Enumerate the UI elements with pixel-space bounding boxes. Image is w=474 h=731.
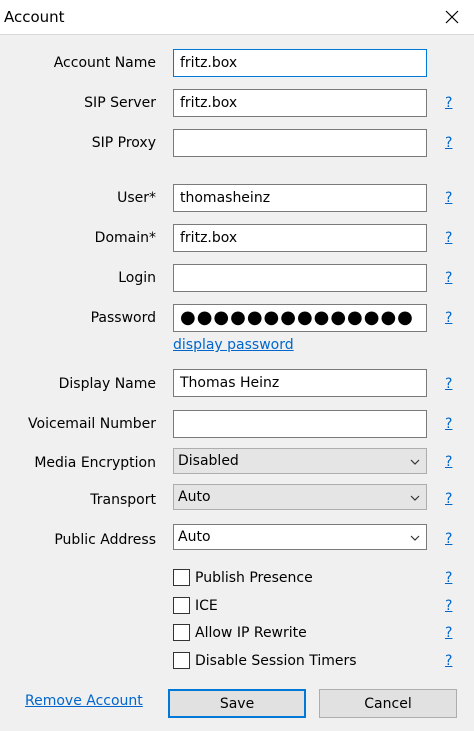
user-help-link[interactable]: ? bbox=[445, 190, 452, 206]
account-name-label: Account Name bbox=[53, 55, 156, 71]
chevron-down-icon bbox=[410, 535, 420, 541]
required-mark: * bbox=[149, 190, 156, 206]
disable-session-timers-checkbox[interactable] bbox=[173, 652, 190, 669]
chevron-down-icon bbox=[410, 495, 420, 501]
sip-server-input[interactable]: fritz.box bbox=[173, 89, 427, 117]
password-input[interactable]: ●●●●●●●●●●●●●● bbox=[173, 304, 427, 332]
transport-value: Auto bbox=[178, 489, 211, 505]
user-label-text: User bbox=[117, 190, 149, 206]
allow-ip-rewrite-label: Allow IP Rewrite bbox=[195, 625, 307, 641]
login-input[interactable] bbox=[173, 264, 427, 292]
disable-session-timers-help-link[interactable]: ? bbox=[445, 653, 452, 669]
window-title: Account bbox=[4, 8, 65, 26]
sip-proxy-label: SIP Proxy bbox=[91, 135, 156, 151]
public-address-help-link[interactable]: ? bbox=[445, 531, 452, 547]
voicemail-number-help-link[interactable]: ? bbox=[445, 416, 452, 432]
user-input[interactable]: thomasheinz bbox=[173, 184, 427, 212]
sip-proxy-help-link[interactable]: ? bbox=[445, 135, 452, 151]
transport-help-link[interactable]: ? bbox=[445, 491, 452, 507]
user-label: User* bbox=[117, 190, 156, 206]
media-encryption-value: Disabled bbox=[178, 453, 239, 469]
display-name-help-link[interactable]: ? bbox=[445, 376, 452, 392]
disable-session-timers-label: Disable Session Timers bbox=[195, 653, 357, 669]
password-label: Password bbox=[90, 310, 156, 326]
domain-label-text: Domain bbox=[94, 230, 149, 246]
login-label: Login bbox=[118, 270, 156, 286]
ice-help-link[interactable]: ? bbox=[445, 598, 452, 614]
publish-presence-help-link[interactable]: ? bbox=[445, 570, 452, 586]
voicemail-number-label: Voicemail Number bbox=[28, 416, 156, 432]
voicemail-number-input[interactable] bbox=[173, 410, 427, 438]
media-encryption-label: Media Encryption bbox=[34, 455, 156, 471]
account-name-input[interactable]: fritz.box bbox=[173, 49, 427, 77]
transport-label: Transport bbox=[90, 492, 156, 508]
allow-ip-rewrite-checkbox[interactable] bbox=[173, 624, 190, 641]
public-address-value: Auto bbox=[178, 529, 211, 545]
display-password-link[interactable]: display password bbox=[173, 337, 294, 353]
login-help-link[interactable]: ? bbox=[445, 270, 452, 286]
save-button[interactable]: Save bbox=[168, 689, 306, 718]
sip-server-help-link[interactable]: ? bbox=[445, 95, 452, 111]
domain-help-link[interactable]: ? bbox=[445, 230, 452, 246]
title-bar: Account bbox=[0, 0, 474, 35]
account-form: Account Name fritz.box SIP Server fritz.… bbox=[0, 35, 474, 731]
display-name-input[interactable]: Thomas Heinz bbox=[173, 369, 427, 397]
ice-label: ICE bbox=[195, 598, 218, 614]
required-mark: * bbox=[149, 230, 156, 246]
public-address-label: Public Address bbox=[54, 532, 156, 548]
remove-account-link[interactable]: Remove Account bbox=[25, 693, 143, 709]
cancel-button[interactable]: Cancel bbox=[319, 689, 457, 718]
sip-proxy-input[interactable] bbox=[173, 129, 427, 157]
domain-label: Domain* bbox=[95, 230, 156, 246]
publish-presence-label: Publish Presence bbox=[195, 570, 313, 586]
domain-input[interactable]: fritz.box bbox=[173, 224, 427, 252]
public-address-combobox[interactable]: Auto bbox=[173, 524, 427, 550]
transport-select[interactable]: Auto bbox=[173, 484, 427, 510]
password-help-link[interactable]: ? bbox=[445, 310, 452, 326]
media-encryption-help-link[interactable]: ? bbox=[445, 454, 452, 470]
publish-presence-checkbox[interactable] bbox=[173, 569, 190, 586]
close-icon[interactable] bbox=[440, 5, 464, 29]
ice-checkbox[interactable] bbox=[173, 597, 190, 614]
display-name-label: Display Name bbox=[58, 376, 156, 392]
media-encryption-select[interactable]: Disabled bbox=[173, 448, 427, 474]
allow-ip-rewrite-help-link[interactable]: ? bbox=[445, 625, 452, 641]
chevron-down-icon bbox=[410, 459, 420, 465]
sip-server-label: SIP Server bbox=[84, 95, 156, 111]
